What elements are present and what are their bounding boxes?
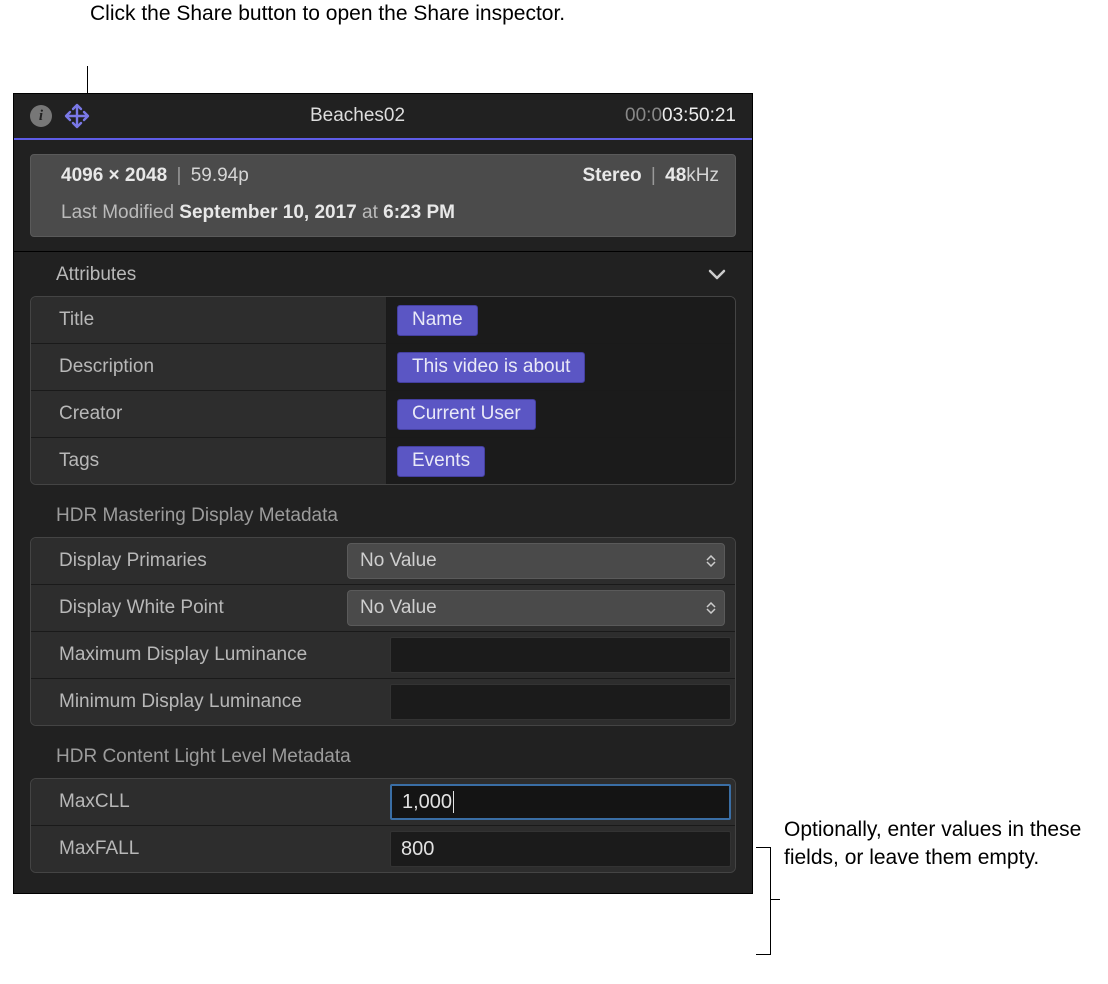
maxcll-label: MaxCLL	[31, 779, 386, 825]
clip-title: Beaches02	[90, 105, 625, 127]
attribute-row-tags: Tags Events	[31, 437, 735, 484]
clip-info-row1: 4096 × 2048 | 59.94p Stereo | 48kHz	[31, 155, 735, 193]
attributes-header-row[interactable]: Attributes	[14, 252, 752, 296]
callout-right-text: Optionally, enter values in these fields…	[784, 816, 1094, 873]
modified-prefix: Last Modified	[61, 202, 179, 223]
attribute-row-description: Description This video is about	[31, 343, 735, 390]
timecode-dim: 00:0	[625, 105, 662, 126]
stepper-icon	[706, 602, 716, 614]
max-luminance-input[interactable]	[390, 637, 731, 673]
tags-token[interactable]: Events	[397, 446, 485, 477]
min-luminance-label: Minimum Display Luminance	[31, 679, 386, 725]
inspector-header: i Beaches02 00:003:50:21	[14, 94, 752, 140]
attributes-header-label: Attributes	[56, 264, 136, 286]
attributes-group: Title Name Description This video is abo…	[30, 296, 736, 485]
min-luminance-row: Minimum Display Luminance	[31, 678, 735, 725]
maxfall-row: MaxFALL 800	[31, 825, 735, 872]
description-label: Description	[31, 344, 386, 390]
creator-token[interactable]: Current User	[397, 399, 536, 430]
white-point-value: No Value	[360, 597, 437, 619]
maxcll-value: 1,000	[402, 791, 452, 814]
maxfall-value: 800	[401, 838, 434, 861]
clip-framerate: 59.94p	[191, 165, 249, 186]
share-inspector-panel: i Beaches02 00:003:50:21	[13, 93, 753, 894]
share-icon[interactable]	[64, 103, 90, 129]
max-luminance-label: Maximum Display Luminance	[31, 632, 386, 678]
timecode-bright: 03:50:21	[662, 105, 736, 126]
maxcll-row: MaxCLL 1,000	[31, 779, 735, 825]
modified-at: at	[357, 202, 383, 223]
display-primaries-value: No Value	[360, 550, 437, 572]
description-field[interactable]: This video is about	[386, 344, 735, 390]
clip-info-bar: 4096 × 2048 | 59.94p Stereo | 48kHz Last…	[30, 154, 736, 237]
white-point-row: Display White Point No Value	[31, 584, 735, 631]
text-caret	[453, 791, 454, 813]
stepper-icon	[706, 555, 716, 567]
hdr-mastering-header: HDR Mastering Display Metadata	[14, 485, 752, 537]
white-point-label: Display White Point	[31, 585, 343, 631]
white-point-select[interactable]: No Value	[347, 590, 725, 626]
clip-info-row2: Last Modified September 10, 2017 at 6:23…	[31, 193, 735, 236]
tags-field[interactable]: Events	[386, 438, 735, 484]
maxcll-input[interactable]: 1,000	[390, 784, 731, 820]
callout-top-text: Click the Share button to open the Share…	[90, 0, 565, 28]
clip-audio-unit: kHz	[686, 165, 719, 186]
callout-right-bracket-tick	[770, 899, 780, 900]
info-icon[interactable]: i	[30, 105, 52, 127]
display-primaries-label: Display Primaries	[31, 538, 343, 584]
max-luminance-row: Maximum Display Luminance	[31, 631, 735, 678]
title-field[interactable]: Name	[386, 297, 735, 343]
callout-right-bracket	[756, 847, 771, 955]
chevron-down-icon	[708, 269, 726, 281]
modified-time: 6:23 PM	[383, 202, 455, 223]
attribute-row-title: Title Name	[31, 297, 735, 343]
modified-date: September 10, 2017	[179, 202, 356, 223]
tags-label: Tags	[31, 438, 386, 484]
title-label: Title	[31, 297, 386, 343]
creator-label: Creator	[31, 391, 386, 437]
hdr-mastering-group: Display Primaries No Value Display White…	[30, 537, 736, 726]
title-token[interactable]: Name	[397, 305, 478, 336]
min-luminance-input[interactable]	[390, 684, 731, 720]
clip-audio-rate: 48	[665, 165, 686, 186]
clip-audio-channels: Stereo	[582, 165, 641, 186]
maxfall-label: MaxFALL	[31, 826, 386, 872]
attribute-row-creator: Creator Current User	[31, 390, 735, 437]
clip-resolution: 4096 × 2048	[61, 165, 167, 186]
maxfall-input[interactable]: 800	[390, 831, 731, 867]
display-primaries-select[interactable]: No Value	[347, 543, 725, 579]
hdr-content-header: HDR Content Light Level Metadata	[14, 726, 752, 778]
description-token[interactable]: This video is about	[397, 352, 585, 383]
creator-field[interactable]: Current User	[386, 391, 735, 437]
hdr-content-group: MaxCLL 1,000 MaxFALL 800	[30, 778, 736, 873]
display-primaries-row: Display Primaries No Value	[31, 538, 735, 584]
timecode: 00:003:50:21	[625, 105, 736, 127]
